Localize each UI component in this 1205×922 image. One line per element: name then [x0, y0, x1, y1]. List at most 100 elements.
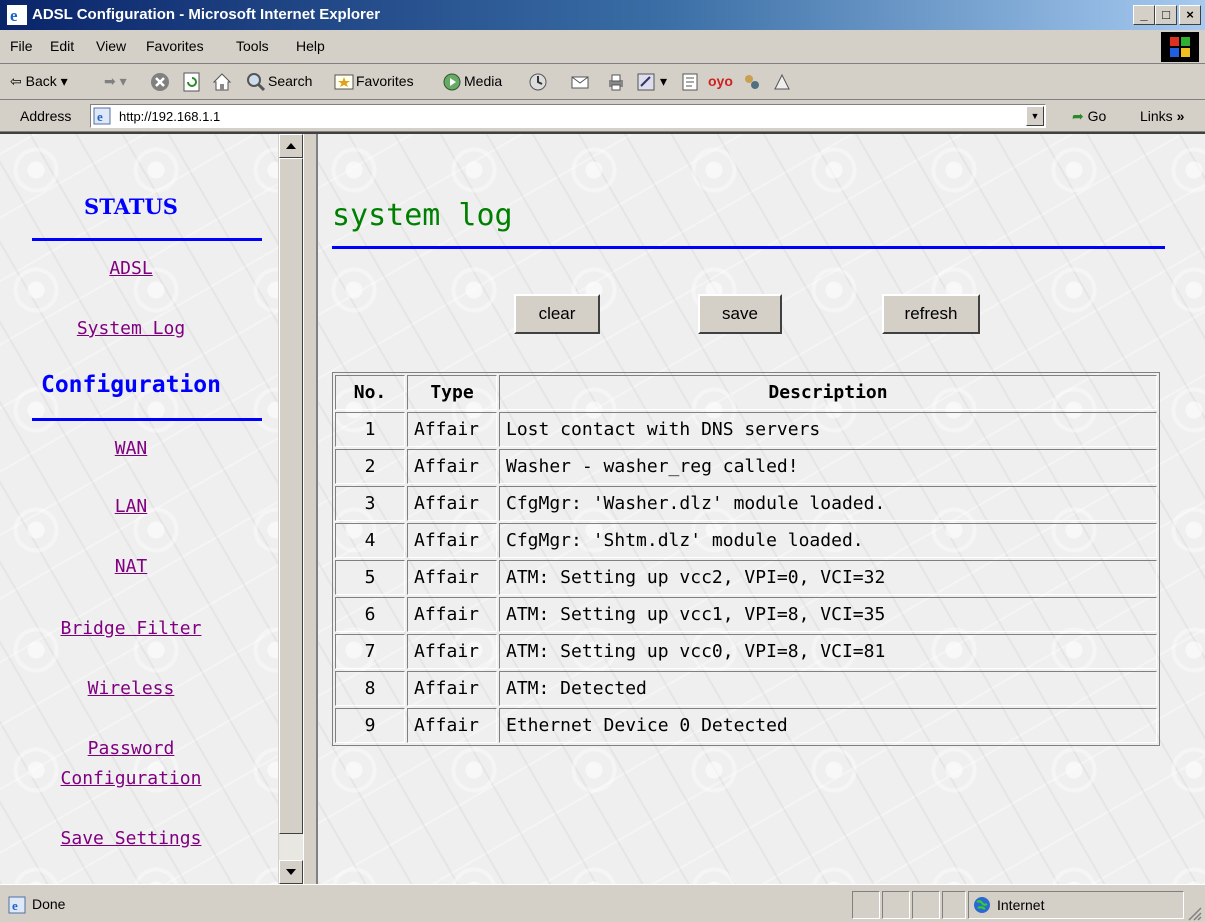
- navigation-scrollbar[interactable]: [279, 134, 303, 884]
- address-dropdown-button[interactable]: ▼: [1026, 106, 1044, 126]
- table-header-row: No. Type Description: [335, 375, 1157, 410]
- edit-icon[interactable]: [636, 72, 656, 92]
- cell-type: Affair: [407, 634, 497, 669]
- edit-dropdown[interactable]: ▾: [660, 73, 667, 90]
- nav-configuration-header: Configuration: [40, 372, 221, 398]
- home-icon[interactable]: [212, 72, 232, 92]
- address-label: Address: [20, 108, 72, 124]
- cell-description: ATM: Detected: [499, 671, 1157, 706]
- status-cell-4: [942, 891, 966, 919]
- frame-divider[interactable]: [303, 134, 318, 884]
- media-icon[interactable]: [442, 72, 462, 92]
- column-header-no: No.: [335, 375, 405, 410]
- favorites-button[interactable]: Favorites: [356, 73, 414, 89]
- minimize-button[interactable]: _: [1133, 5, 1155, 25]
- menu-file[interactable]: File: [10, 38, 33, 54]
- menu-help[interactable]: Help: [296, 38, 325, 54]
- table-row: 2 Affair Washer - washer_reg called!: [335, 449, 1157, 484]
- cell-type: Affair: [407, 412, 497, 447]
- scroll-down-button[interactable]: [279, 860, 303, 884]
- cell-type: Affair: [407, 671, 497, 706]
- cell-type: Affair: [407, 449, 497, 484]
- nav-status-header: STATUS: [84, 194, 178, 219]
- cell-description: Lost contact with DNS servers: [499, 412, 1157, 447]
- column-header-type: Type: [407, 375, 497, 410]
- toolbar-extra-icon[interactable]: [772, 72, 792, 92]
- go-button[interactable]: ➦ Go: [1072, 108, 1106, 125]
- toolbar-addon-icon[interactable]: [742, 72, 762, 92]
- nav-link-bridge-filter[interactable]: Bridge Filter: [0, 614, 262, 644]
- scroll-up-button[interactable]: [279, 134, 303, 158]
- ie-logo-icon: e: [7, 5, 27, 25]
- cell-no: 3: [335, 486, 405, 521]
- cell-no: 9: [335, 708, 405, 743]
- maximize-button[interactable]: □: [1155, 5, 1177, 25]
- nav-link-password-line2: Configuration: [60, 768, 202, 789]
- menu-view[interactable]: View: [96, 38, 126, 54]
- discuss-icon[interactable]: [680, 72, 700, 92]
- cell-no: 4: [335, 523, 405, 558]
- menu-favorites[interactable]: Favorites: [146, 38, 204, 54]
- status-cell-1: [852, 891, 880, 919]
- nav-link-adsl[interactable]: ADSL: [0, 254, 262, 284]
- status-cell-3: [912, 891, 940, 919]
- refresh-button[interactable]: refresh: [882, 294, 980, 334]
- go-arrow-icon: ➦: [1072, 108, 1084, 124]
- table-row: 1 Affair Lost contact with DNS servers: [335, 412, 1157, 447]
- main-frame: system log clear save refresh No. Type D…: [318, 134, 1205, 884]
- resize-grip-icon[interactable]: [1186, 905, 1202, 921]
- go-label: Go: [1087, 108, 1107, 124]
- cell-no: 6: [335, 597, 405, 632]
- cell-no: 8: [335, 671, 405, 706]
- address-bar: Address e http://192.168.1.1 ▼ ➦ Go Link…: [0, 100, 1205, 132]
- nav-link-lan[interactable]: LAN: [0, 492, 262, 522]
- close-button[interactable]: ×: [1179, 5, 1201, 25]
- windows-logo-icon: [1161, 32, 1199, 62]
- links-button[interactable]: Links »: [1140, 108, 1184, 124]
- back-label: Back: [25, 73, 57, 89]
- cell-no: 1: [335, 412, 405, 447]
- address-url: http://192.168.1.1: [119, 109, 221, 124]
- chevron-up-icon: [286, 143, 296, 149]
- search-icon[interactable]: [246, 72, 266, 92]
- cell-description: CfgMgr: 'Washer.dlz' module loaded.: [499, 486, 1157, 521]
- system-log-table: No. Type Description 1 Affair Lost contact…: [332, 372, 1160, 746]
- messenger-icon[interactable]: oyo: [708, 73, 733, 89]
- nav-link-wan[interactable]: WAN: [0, 434, 262, 464]
- menu-edit[interactable]: Edit: [50, 38, 74, 54]
- cell-type: Affair: [407, 523, 497, 558]
- clear-button[interactable]: clear: [514, 294, 600, 334]
- history-icon[interactable]: [528, 72, 548, 92]
- cell-description: Washer - washer_reg called!: [499, 449, 1157, 484]
- cell-type: Affair: [407, 560, 497, 595]
- nav-link-save-settings[interactable]: Save Settings: [0, 824, 262, 854]
- cell-no: 2: [335, 449, 405, 484]
- scroll-thumb[interactable]: [279, 158, 303, 834]
- cell-no: 7: [335, 634, 405, 669]
- svg-text:e: e: [97, 109, 103, 124]
- menu-tools[interactable]: Tools: [236, 38, 269, 54]
- stop-icon[interactable]: [150, 72, 170, 92]
- window-title: ADSL Configuration - Microsoft Internet …: [32, 6, 381, 23]
- nav-link-password-configuration[interactable]: Password Configuration: [0, 734, 262, 794]
- search-button[interactable]: Search: [268, 73, 312, 89]
- favorites-icon[interactable]: [334, 72, 354, 92]
- back-button[interactable]: ⇦ Back ▾: [10, 73, 68, 90]
- table-row: 5 Affair ATM: Setting up vcc2, VPI=0, VCI=…: [335, 560, 1157, 595]
- nav-link-system-log[interactable]: System Log: [0, 314, 262, 344]
- status-bar: e Done Internet: [0, 884, 1205, 922]
- save-button[interactable]: save: [698, 294, 782, 334]
- forward-button[interactable]: ➡ ▾: [104, 73, 127, 90]
- zone-label: Internet: [997, 897, 1045, 913]
- media-button[interactable]: Media: [464, 73, 502, 89]
- address-input[interactable]: e http://192.168.1.1 ▼: [90, 104, 1046, 128]
- mail-icon[interactable]: [570, 72, 590, 92]
- refresh-icon[interactable]: [182, 72, 202, 92]
- print-icon[interactable]: [606, 72, 626, 92]
- page-icon: e: [93, 107, 111, 125]
- nav-link-wireless[interactable]: Wireless: [0, 674, 262, 704]
- chevron-down-icon: [286, 869, 296, 875]
- table-row: 8 Affair ATM: Detected: [335, 671, 1157, 706]
- nav-link-nat[interactable]: NAT: [0, 552, 262, 582]
- cell-description: ATM: Setting up vcc2, VPI=0, VCI=32: [499, 560, 1157, 595]
